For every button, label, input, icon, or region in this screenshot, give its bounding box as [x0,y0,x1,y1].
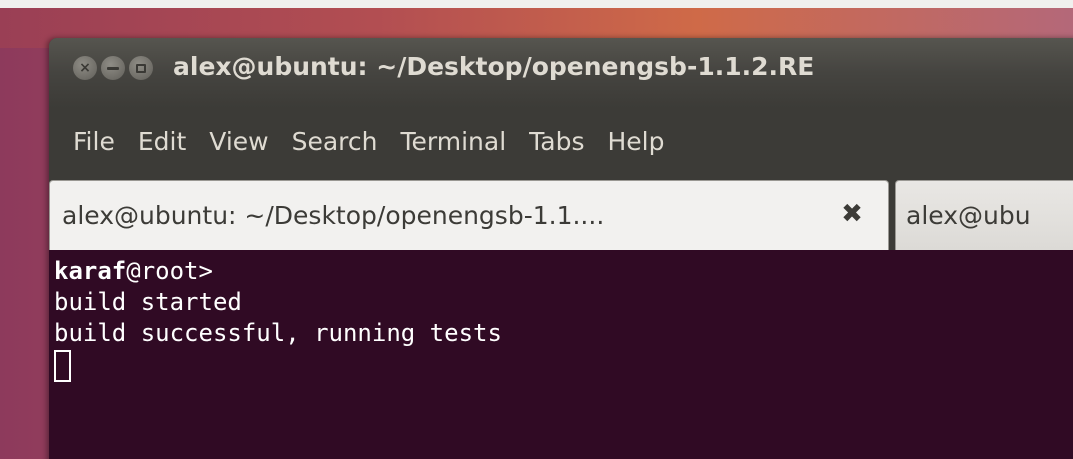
menu-view[interactable]: View [209,127,268,156]
menu-edit[interactable]: Edit [138,127,186,156]
tab-inactive-label: alex@ubu [906,201,1031,230]
prompt-user: karaf [54,257,127,285]
tab-inactive[interactable]: alex@ubu [895,180,1073,250]
maximize-icon [136,63,146,73]
maximize-window-button[interactable] [129,56,153,80]
minimize-window-button[interactable] [101,56,125,80]
window-title: alex@ubuntu: ~/Desktop/openengsb-1.1.2.R… [173,52,815,81]
output-line: build successful, running tests [54,319,502,347]
prompt-line: karaf@root> [54,256,1073,287]
menu-file[interactable]: File [73,127,115,156]
output-line: build started [54,288,242,316]
window-titlebar[interactable]: × alex@ubuntu: ~/Desktop/openengsb-1.1.2… [49,38,1073,108]
tab-active[interactable]: alex@ubuntu: ~/Desktop/openengsb-1.1....… [49,180,889,250]
prompt-host: @root> [126,257,213,285]
text-cursor [54,350,71,382]
close-tab-button[interactable]: ✖ [837,199,867,229]
terminal-window: × alex@ubuntu: ~/Desktop/openengsb-1.1.2… [49,38,1073,459]
tab-active-label: alex@ubuntu: ~/Desktop/openengsb-1.1.... [62,201,605,230]
tab-bar: alex@ubuntu: ~/Desktop/openengsb-1.1....… [49,174,1073,250]
close-icon: × [79,60,91,76]
terminal-output[interactable]: karaf@root> build started build successf… [49,250,1073,459]
menu-terminal[interactable]: Terminal [400,127,506,156]
cursor-line [54,349,1073,382]
menu-search[interactable]: Search [292,127,378,156]
menu-tabs[interactable]: Tabs [529,127,584,156]
menu-bar: File Edit View Search Terminal Tabs Help [49,108,1073,174]
minimize-icon [107,66,119,70]
close-x-icon: ✖ [841,199,863,229]
close-window-button[interactable]: × [73,56,97,80]
menu-help[interactable]: Help [608,127,665,156]
